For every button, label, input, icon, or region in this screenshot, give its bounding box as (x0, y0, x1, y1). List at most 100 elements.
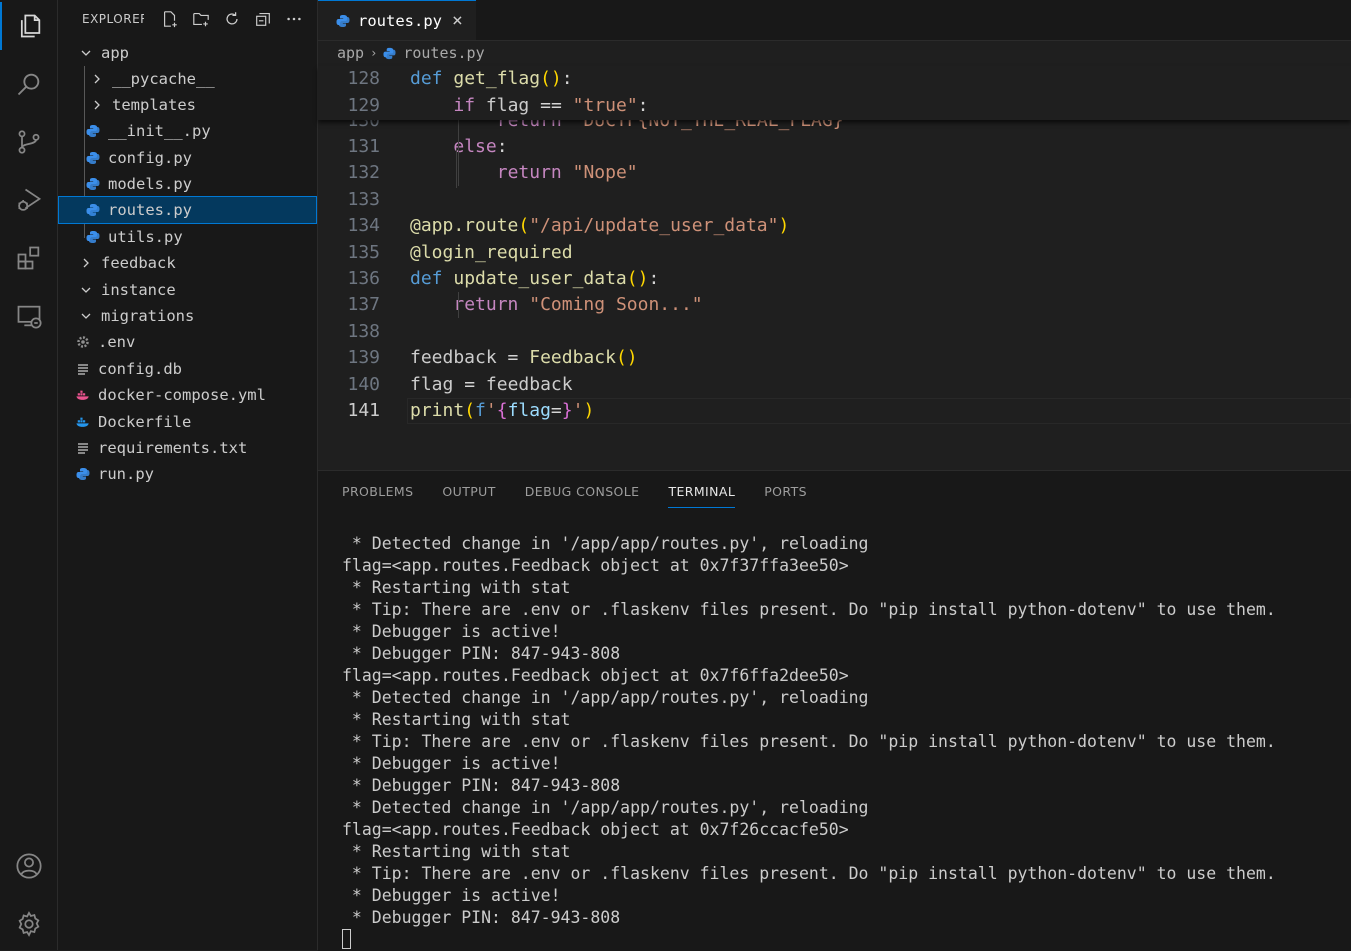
account-icon[interactable] (0, 842, 57, 890)
code-editor[interactable]: 130 return "DUCTF{NOT_THE_REAL_FLAG}" 131… (318, 66, 1351, 446)
code-text: def update_user_data(): (410, 268, 660, 289)
refresh-icon[interactable] (222, 9, 242, 29)
code-line[interactable]: 140 flag = feedback (318, 372, 1351, 398)
terminal-line: * Tip: There are .env or .flaskenv files… (342, 600, 1276, 619)
code-line[interactable]: 128 def get_flag(): (318, 66, 1351, 92)
tab-close-icon[interactable]: × (452, 10, 463, 31)
terminal-line: * Debugger PIN: 847-943-808 (342, 776, 621, 795)
breadcrumb-folder[interactable]: app (337, 44, 364, 62)
code-line[interactable]: 141 print(f'{flag=}') (318, 398, 1351, 424)
settings-gear-icon[interactable] (0, 900, 57, 948)
code-line[interactable]: 129 if flag == "true": (318, 93, 1351, 119)
tree-item-label: config.db (98, 360, 182, 378)
tree-item-routes-py[interactable]: routes.py (58, 196, 317, 224)
code-line[interactable]: 133 (318, 187, 1351, 213)
terminal-line: * Tip: There are .env or .flaskenv files… (342, 864, 1276, 883)
code-text: feedback = Feedback() (410, 347, 638, 369)
tree-item-feedback[interactable]: feedback (79, 250, 176, 276)
python-file-icon (336, 14, 350, 28)
panel-tab-output[interactable]: OUTPUT (442, 483, 495, 507)
tree-item-templates[interactable]: templates (90, 92, 196, 118)
tree-item-app[interactable]: app (79, 40, 129, 66)
code-line[interactable]: 136 def update_user_data(): (318, 266, 1351, 292)
code-line[interactable]: 138 (318, 319, 1351, 345)
tab-routes-py[interactable]: routes.py × (318, 0, 476, 40)
panel-tabs: PROBLEMS OUTPUT DEBUG CONSOLE TERMINAL PORTS (342, 483, 836, 508)
line-number: 138 (347, 320, 380, 342)
remote-explorer-icon[interactable] (0, 292, 57, 340)
tree-item-config-db[interactable]: config.db (76, 356, 182, 382)
run-debug-icon[interactable] (0, 176, 57, 224)
search-icon[interactable] (0, 60, 57, 108)
extensions-icon[interactable] (0, 234, 57, 282)
line-number: 129 (347, 94, 380, 116)
source-control-icon[interactable] (0, 118, 57, 166)
code-line[interactable]: 134 @app.route("/api/update_user_data") (318, 213, 1351, 239)
new-folder-icon[interactable] (191, 9, 211, 29)
tree-item-migrations[interactable]: migrations (79, 303, 194, 329)
explorer-icon[interactable] (0, 2, 57, 50)
code-line[interactable]: 131 else: (318, 134, 1351, 160)
terminal-line: flag=<app.routes.Feedback object at 0x7f… (342, 820, 849, 839)
tree-item-label: migrations (101, 307, 195, 325)
editor-tab-bar: routes.py × (318, 0, 1351, 41)
code-text: if flag == "true": (453, 94, 649, 116)
tree-item-label: routes.py (108, 201, 192, 219)
code-text: return "Nope" (496, 162, 638, 184)
tree-item-label: instance (101, 281, 176, 299)
tree-item-label: models.py (108, 175, 192, 193)
chevron-down-icon (79, 311, 93, 321)
terminal-line: * Debugger is active! (342, 622, 561, 641)
tree-item-pycache[interactable]: __pycache__ (90, 66, 215, 92)
collapse-all-icon[interactable] (253, 9, 273, 29)
terminal-line: flag=<app.routes.Feedback object at 0x7f… (342, 666, 849, 685)
chevron-right-icon (79, 258, 93, 268)
panel-tab-ports[interactable]: PORTS (764, 483, 807, 507)
sticky-scroll-header[interactable]: 128 def get_flag(): 129 if flag == "true": (318, 66, 1351, 120)
line-number: 128 (347, 68, 380, 89)
tree-item-label: utils.py (108, 228, 183, 246)
terminal-line: * Debugger PIN: 847-943-808 (342, 644, 621, 663)
line-number: 131 (347, 136, 380, 157)
more-actions-icon[interactable] (284, 9, 304, 29)
line-number: 133 (347, 188, 380, 210)
tree-item-instance[interactable]: instance (79, 277, 176, 303)
python-file-icon (86, 124, 100, 138)
breadcrumb-file[interactable]: routes.py (403, 44, 484, 62)
tree-item-docker-compose-yml[interactable]: docker-compose.yml (76, 382, 266, 408)
panel-tab-terminal[interactable]: TERMINAL (668, 483, 736, 508)
tree-item-config-py[interactable]: config.py (86, 145, 192, 171)
terminal-output[interactable]: * Detected change in '/app/app/routes.py… (342, 533, 1276, 929)
terminal-line: * Restarting with stat (342, 710, 571, 729)
tree-item-label: requirements.txt (98, 439, 248, 457)
tree-item-models-py[interactable]: models.py (86, 171, 192, 197)
terminal-line: * Detected change in '/app/app/routes.py… (342, 798, 869, 817)
python-file-icon (86, 203, 100, 217)
docker-compose-icon (76, 389, 90, 401)
line-number: 136 (347, 268, 380, 289)
terminal-line: * Detected change in '/app/app/routes.py… (342, 688, 869, 707)
code-text: flag = feedback (410, 373, 573, 395)
code-line[interactable]: 137 return "Coming Soon..." (318, 292, 1351, 318)
tree-item-utils-py[interactable]: utils.py (86, 224, 183, 250)
tree-item-label: __pycache__ (112, 70, 215, 88)
code-line[interactable]: 132 return "Nope" (318, 160, 1351, 186)
tree-item-label: templates (112, 96, 196, 114)
tree-item-init-py[interactable]: __init__.py (86, 118, 211, 144)
tree-item-label: docker-compose.yml (98, 386, 266, 404)
panel-tab-problems[interactable]: PROBLEMS (342, 483, 413, 507)
explorer-title: EXPLORER (82, 12, 144, 26)
code-text: def get_flag(): (410, 68, 573, 89)
terminal-line: * Tip: There are .env or .flaskenv files… (342, 732, 1276, 751)
new-file-icon[interactable] (160, 9, 180, 29)
line-number: 139 (347, 347, 380, 369)
panel-tab-debug-console[interactable]: DEBUG CONSOLE (525, 483, 640, 507)
python-file-icon (86, 177, 100, 191)
tree-item-env[interactable]: .env (76, 329, 135, 355)
tree-item-run-py[interactable]: run.py (76, 461, 154, 487)
code-line[interactable]: 139 feedback = Feedback() (318, 345, 1351, 371)
tree-item-dockerfile[interactable]: Dockerfile (76, 409, 191, 435)
tree-item-requirements-txt[interactable]: requirements.txt (76, 435, 247, 461)
tree-item-label: feedback (101, 254, 176, 272)
code-line[interactable]: 135 @login_required (318, 240, 1351, 266)
